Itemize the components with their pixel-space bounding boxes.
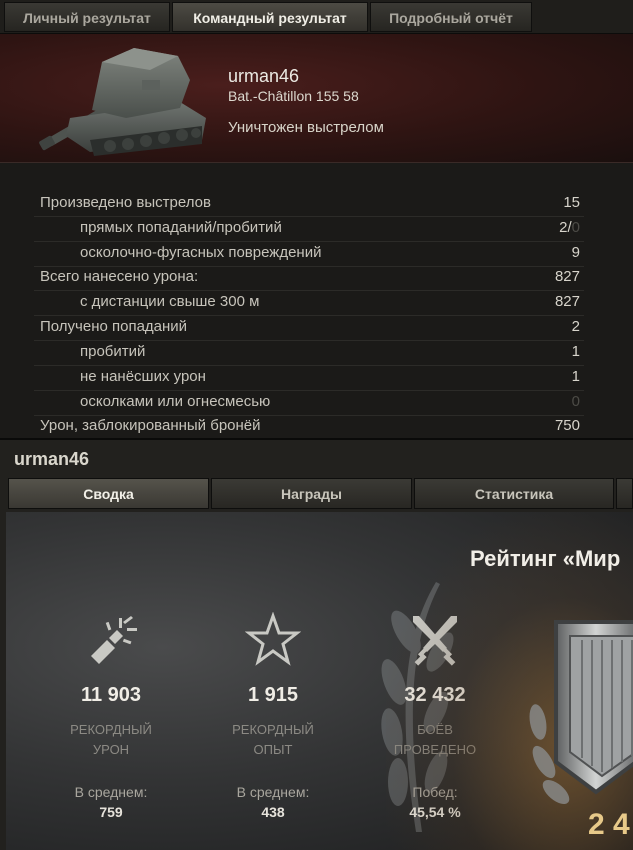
rating-badge-icon [529,620,633,804]
caption-line-2: ОПЫТ [253,742,293,757]
stat-label: Урон, заблокированный бронёй [40,417,261,434]
stat-value: 2/0 [559,219,580,236]
stat-label: осколочно-фугасных повреждений [80,244,322,261]
tab-awards[interactable]: Награды [211,478,412,509]
caption-line-2: ПРОВЕДЕНО [393,742,477,757]
average-damage-value: 759 [99,804,123,820]
vehicle-header: urman46 Bat.-Châtillon 155 58 Уничтожен … [0,34,633,163]
stat-row-total-damage: Всего нанесено урона: 827 [34,266,584,291]
laurel-decoration-icon [381,582,454,832]
caption-line-1: РЕКОРДНЫЙ [232,722,314,737]
stat-row-shots-fired: Произведено выстрелов 15 [34,192,584,217]
stat-label: Всего нанесено урона: [40,268,199,285]
stat-value: 827 [554,268,580,285]
victories-percent-value: 45,54 % [409,804,461,820]
top-tab-bar: Личный результат Командный результат Под… [0,0,633,34]
battles-fought-value: 32 432 [404,684,466,706]
stat-value: 9 [571,244,580,261]
tab-detailed-report[interactable]: Подробный отчёт [370,2,532,32]
caption-line-2: УРОН [92,742,130,757]
tab-personal-result[interactable]: Личный результат [4,2,170,32]
stat-row-direct-hits: прямых попаданий/пробитий 2/0 [34,217,584,242]
destruction-status: Уничтожен выстрелом [228,119,384,136]
record-damage-value: 11 903 [80,684,142,706]
profile-title: urman46 [14,449,90,469]
stat-label: с дистанции свыше 300 м [80,293,260,310]
stat-row-splash-fire: осколками или огнесмесью 0 [34,391,584,416]
stat-value: 827 [554,293,580,310]
tank-name: Bat.-Châtillon 155 58 [228,88,359,104]
stat-row-hits-received: Получено попаданий 2 [34,316,584,341]
stat-row-blocked-damage: Урон, заблокированный бронёй 750 [34,415,584,439]
tab-overflow[interactable] [616,478,633,509]
battle-stats-table: Произведено выстрелов 15 прямых попадани… [0,163,633,438]
stat-value-dim: 0 [571,219,580,236]
tank-icon [39,48,206,156]
stat-value: 1 [571,368,580,385]
stat-label: осколками или огнесмесью [80,393,271,410]
tab-team-result[interactable]: Командный результат [172,2,368,32]
average-label: В среднем: [236,784,310,800]
average-experience-value: 438 [261,804,285,820]
tab-statistics[interactable]: Статистика [414,478,614,509]
stat-row-non-damaging: не нанёсших урон 1 [34,366,584,391]
stat-label: прямых попаданий/пробитий [80,219,282,236]
caption-line-1: РЕКОРДНЫЙ [70,722,152,737]
victories-label: Побед: [412,784,458,800]
tab-summary[interactable]: Сводка [8,478,209,509]
stat-value: 750 [554,417,580,434]
average-label: В среднем: [74,784,148,800]
summary-panel: Рейтинг «Мир 11 903 РЕКОРДНЫЙ УРОН В сре… [6,512,633,850]
stat-value-main: 2/ [559,219,572,236]
battles-fought-caption: БОЁВ ПРОВЕДЕНО [370,720,500,760]
personal-rating-value: 2 4 [588,808,630,841]
stat-label: пробитий [80,343,146,360]
stat-value: 15 [563,194,580,211]
stat-row-penetrations: пробитий 1 [34,341,584,366]
record-damage-caption: РЕКОРДНЫЙ УРОН [46,720,176,760]
rating-title: Рейтинг «Мир [470,546,621,571]
caption-line-1: БОЁВ [417,722,453,737]
record-experience-value: 1 915 [247,684,299,706]
stat-value: 0 [571,393,580,410]
stat-row-long-range-damage: с дистанции свыше 300 м 827 [34,291,584,316]
stat-label: не нанёсших урон [80,368,206,385]
stat-value: 1 [571,343,580,360]
stat-label: Произведено выстрелов [40,194,211,211]
player-profile-window: urman46 Сводка Награды Статистика Рейтин… [0,438,633,850]
player-name: urman46 [228,66,300,86]
stat-value: 2 [571,318,580,335]
stat-row-he-damage: осколочно-фугасных повреждений 9 [34,242,584,267]
crossed-swords-icon [413,616,457,666]
record-experience-caption: РЕКОРДНЫЙ ОПЫТ [208,720,338,760]
shell-explosion-icon [91,616,137,664]
stat-label: Получено попаданий [40,318,188,335]
star-icon [245,612,301,666]
